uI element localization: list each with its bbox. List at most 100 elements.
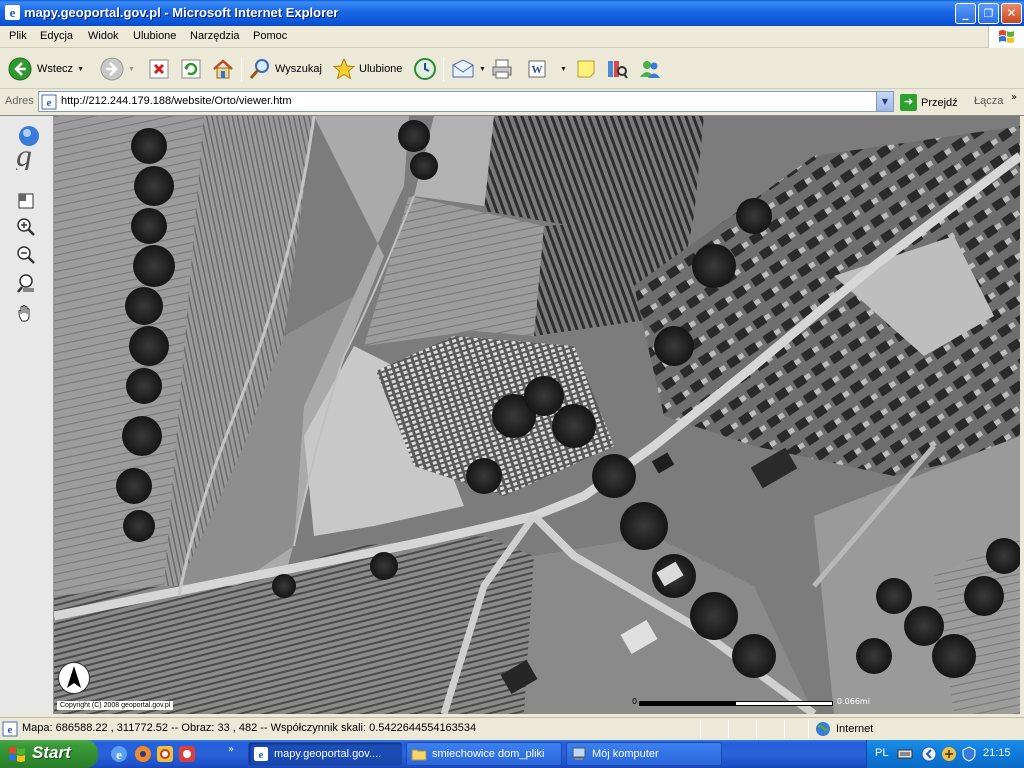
links-button[interactable]: Łącza (974, 95, 1003, 107)
research-button[interactable] (605, 55, 629, 83)
task-my-computer-label: Mój komputer (592, 748, 659, 760)
quicklaunch-game-icon[interactable] (178, 745, 196, 763)
address-input[interactable]: e http://212.244.179.188/website/Orto/vi… (38, 91, 894, 112)
clock[interactable]: 21:15 (983, 747, 1011, 759)
mail-icon (452, 59, 474, 78)
search-button[interactable]: Wyszukaj (248, 55, 322, 83)
go-button[interactable]: ➜ Przejdź (900, 94, 958, 111)
svg-text:e: e (259, 749, 264, 761)
note-icon (577, 60, 595, 78)
status-message: Mapa: 686588.22 , 311772.52 -- Obraz: 33… (22, 722, 477, 734)
scale-bar-graphic (639, 701, 833, 706)
menu-help[interactable]: Pomoc (253, 30, 287, 42)
zoom-extent-icon (17, 274, 34, 293)
language-indicator[interactable]: PL (875, 747, 888, 759)
windows-flag-icon (999, 30, 1014, 43)
security-zone[interactable]: Internet (815, 721, 873, 737)
folder-icon (411, 749, 427, 761)
content-right-edge (1020, 116, 1024, 714)
page-icon: e (41, 94, 57, 110)
menu-favorites[interactable]: Ulubione (133, 30, 176, 42)
overview-tool[interactable] (14, 190, 38, 212)
toolbar: Wstecz ▼ ▼ Wyszukaj Ulubione ▼ W ▼ (0, 49, 1024, 89)
page-status-icon: e (2, 721, 18, 737)
map-toolbar: g (0, 116, 54, 714)
favorites-button[interactable]: Ulubione (332, 55, 402, 83)
forward-button[interactable]: ▼ (100, 55, 135, 83)
forward-dropdown-icon[interactable]: ▼ (128, 66, 135, 73)
print-icon (492, 59, 512, 79)
print-button[interactable] (490, 55, 514, 83)
links-more-icon[interactable]: » (1011, 92, 1017, 103)
mail-button[interactable]: ▼ (451, 55, 486, 83)
orthophoto (54, 116, 1020, 714)
map-copyright: Copyright (C) 2008 geoportal.gov.pl (57, 701, 174, 710)
start-button[interactable]: Start (0, 740, 98, 768)
zoom-extent-tool[interactable] (14, 272, 38, 294)
scale-end-label: 0.066mi (837, 697, 870, 706)
task-my-computer[interactable]: Mój komputer (566, 742, 722, 766)
mail-dropdown-icon[interactable]: ▼ (479, 66, 486, 73)
security-shield-icon[interactable] (961, 746, 977, 762)
system-tray: PL 21:15 (866, 740, 1024, 768)
close-button[interactable]: ✕ (1001, 3, 1022, 24)
menu-view[interactable]: Widok (88, 30, 119, 42)
quicklaunch-media-icon[interactable] (134, 745, 152, 763)
network-icon[interactable] (941, 746, 957, 762)
address-label: Adres (5, 95, 34, 107)
back-button[interactable]: Wstecz ▼ (8, 55, 84, 83)
quicklaunch-ie-icon[interactable]: e (110, 745, 128, 763)
zoom-in-icon (17, 218, 35, 236)
zoom-out-tool[interactable] (14, 244, 38, 266)
aerial-map[interactable]: Copyright (C) 2008 geoportal.gov.pl 0 0.… (54, 116, 1020, 714)
windows-flag-icon (9, 747, 25, 762)
zone-label: Internet (836, 723, 874, 735)
ie-task-icon: e (254, 747, 268, 761)
edit-button[interactable]: W ▼ (526, 55, 567, 83)
zoom-in-tool[interactable] (14, 216, 38, 238)
scale-start-label: 0 (632, 697, 638, 706)
quicklaunch-more[interactable]: » (228, 744, 234, 755)
stop-button[interactable] (148, 55, 170, 83)
home-button[interactable] (211, 55, 235, 83)
title-bar[interactable]: e mapy.geoportal.gov.pl - Microsoft Inte… (0, 0, 1024, 26)
tray-back-arrow-icon[interactable] (921, 746, 937, 762)
edit-dropdown-icon[interactable]: ▼ (560, 66, 567, 73)
logo-letter: g (16, 137, 32, 170)
svg-text:e: e (116, 747, 122, 762)
quicklaunch-app-icon[interactable] (156, 745, 174, 763)
minimize-button[interactable]: _ (955, 3, 976, 24)
maximize-button[interactable]: ❐ (978, 3, 999, 24)
task-ie-window[interactable]: e mapy.geoportal.gov.... (248, 742, 402, 766)
svg-text:e: e (8, 724, 13, 736)
refresh-button[interactable] (180, 55, 202, 83)
scale-bar: 0 0.066mi (629, 697, 919, 709)
forward-arrow-icon (100, 57, 124, 81)
keyboard-icon[interactable] (897, 746, 913, 762)
messenger-button[interactable] (638, 55, 662, 83)
menu-tools[interactable]: Narzędzia (190, 30, 240, 42)
back-dropdown-icon[interactable]: ▼ (77, 66, 84, 73)
windows-logo (988, 26, 1024, 48)
north-arrow (58, 662, 90, 694)
menu-file[interactable]: Plik (9, 30, 27, 42)
task-folder[interactable]: smiechowice dom_pliki (406, 742, 562, 766)
window-title: mapy.geoportal.gov.pl - Microsoft Intern… (24, 5, 339, 20)
menu-bar: Plik Edycja Widok Ulubione Narzędzia Pom… (0, 26, 1024, 48)
ie-window: e mapy.geoportal.gov.pl - Microsoft Inte… (0, 0, 1024, 740)
status-bar: e Mapa: 686588.22 , 311772.52 -- Obraz: … (0, 717, 1024, 739)
north-arrow-icon (67, 666, 81, 688)
research-icon (608, 61, 628, 79)
ie-icon: e (5, 5, 20, 20)
pan-tool[interactable] (14, 302, 38, 324)
zoom-out-icon (17, 246, 35, 264)
address-dropdown-icon[interactable]: ▼ (876, 92, 893, 111)
menu-edit[interactable]: Edycja (40, 30, 73, 42)
address-url: http://212.244.179.188/website/Orto/view… (61, 95, 292, 107)
globe-icon (816, 722, 830, 736)
back-label: Wstecz (37, 63, 74, 75)
task-ie-label: mapy.geoportal.gov.... (274, 748, 382, 760)
history-button[interactable] (413, 55, 437, 83)
go-arrow-icon: ➜ (900, 94, 917, 111)
note-button[interactable] (575, 55, 597, 83)
